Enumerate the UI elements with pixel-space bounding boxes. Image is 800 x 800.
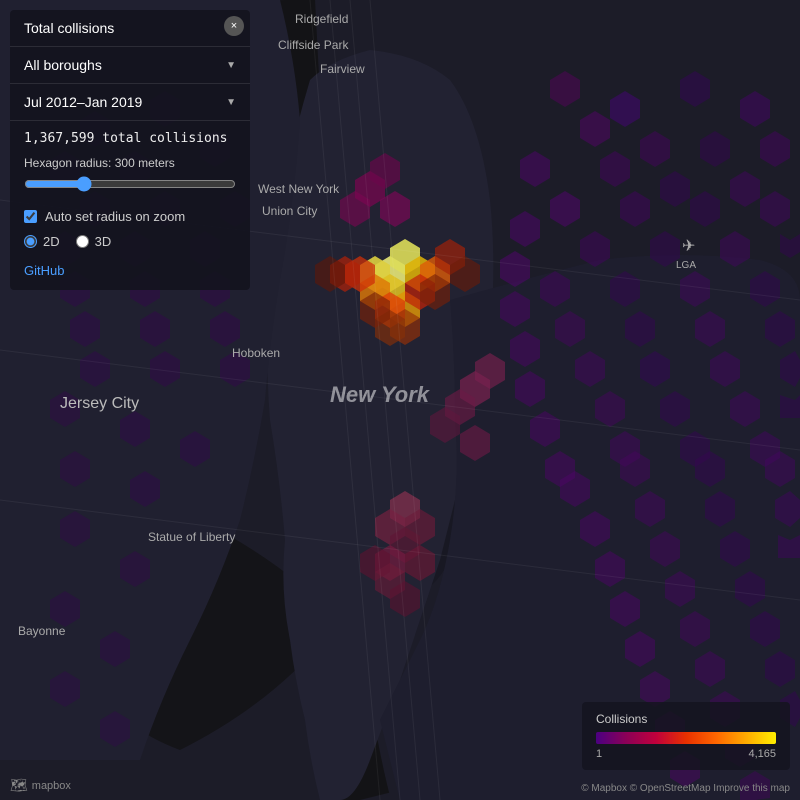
auto-radius-row[interactable]: Auto set radius on zoom: [10, 205, 250, 228]
hexagon-radius-slider-container: Hexagon radius: 300 meters: [10, 152, 250, 205]
mapbox-attribution: © Mapbox: [581, 783, 627, 794]
view-2d-label: 2D: [43, 234, 60, 249]
hexagon-radius-label: Hexagon radius: 300 meters: [24, 156, 236, 170]
view-3d-radio[interactable]: [76, 235, 89, 248]
map-label-unioncity: Union City: [262, 204, 317, 218]
github-link[interactable]: GitHub: [24, 263, 64, 278]
date-range-dropdown-arrow: ▼: [226, 97, 236, 108]
map-label-lga: LGA: [676, 260, 696, 271]
map-label-westnewwork: West New York: [258, 182, 339, 196]
borough-dropdown-arrow: ▼: [226, 60, 236, 71]
map-label-hoboken: Hoboken: [232, 346, 280, 360]
metric-label: Total collisions: [24, 20, 114, 36]
legend-title: Collisions: [596, 712, 776, 726]
auto-radius-label: Auto set radius on zoom: [45, 209, 185, 224]
view-3d-label: 3D: [95, 234, 112, 249]
legend-color-bar: [596, 732, 776, 744]
github-link-row[interactable]: GitHub: [10, 255, 250, 278]
legend-max-label: 4,165: [748, 748, 776, 760]
airport-icon: ✈: [682, 236, 695, 256]
borough-label: All boroughs: [24, 57, 102, 73]
borough-dropdown[interactable]: All boroughs ▼: [10, 47, 250, 84]
view-mode-row: 2D 3D: [10, 228, 250, 255]
improve-map-link[interactable]: Improve this map: [713, 783, 790, 794]
date-range-dropdown[interactable]: Jul 2012–Jan 2019 ▼: [10, 84, 250, 121]
legend-min-label: 1: [596, 748, 602, 760]
map-label-ridgefield: Ridgefield: [295, 12, 348, 26]
map-label-jerseycity: Jersey City: [60, 395, 139, 413]
attribution-bar: © Mapbox © OpenStreetMap Improve this ma…: [581, 783, 790, 794]
map-label-cliffsidepark: Cliffside Park: [278, 38, 348, 52]
view-2d-radio[interactable]: [24, 235, 37, 248]
control-panel: × Total collisions ▼ All boroughs ▼ Jul …: [10, 10, 250, 290]
hexagon-radius-slider[interactable]: [24, 176, 236, 192]
total-collisions-stat: 1,367,599 total collisions: [10, 121, 250, 152]
metric-dropdown[interactable]: Total collisions ▼: [10, 10, 250, 47]
date-range-label: Jul 2012–Jan 2019: [24, 94, 142, 110]
close-button[interactable]: ×: [224, 16, 244, 36]
map-label-fairview: Fairview: [320, 62, 365, 76]
legend: Collisions 1 4,165: [582, 702, 790, 770]
map-label-bayonne: Bayonne: [18, 624, 65, 638]
legend-labels: 1 4,165: [596, 748, 776, 760]
auto-radius-checkbox[interactable]: [24, 210, 37, 223]
osm-attribution: © OpenStreetMap: [630, 783, 711, 794]
map-label-newyork: New York: [330, 382, 429, 408]
view-3d-option[interactable]: 3D: [76, 234, 112, 249]
mapbox-logo: 🗺 mapbox: [10, 777, 71, 794]
map-label-statueofliberty: Statue of Liberty: [148, 530, 235, 544]
view-2d-option[interactable]: 2D: [24, 234, 60, 249]
